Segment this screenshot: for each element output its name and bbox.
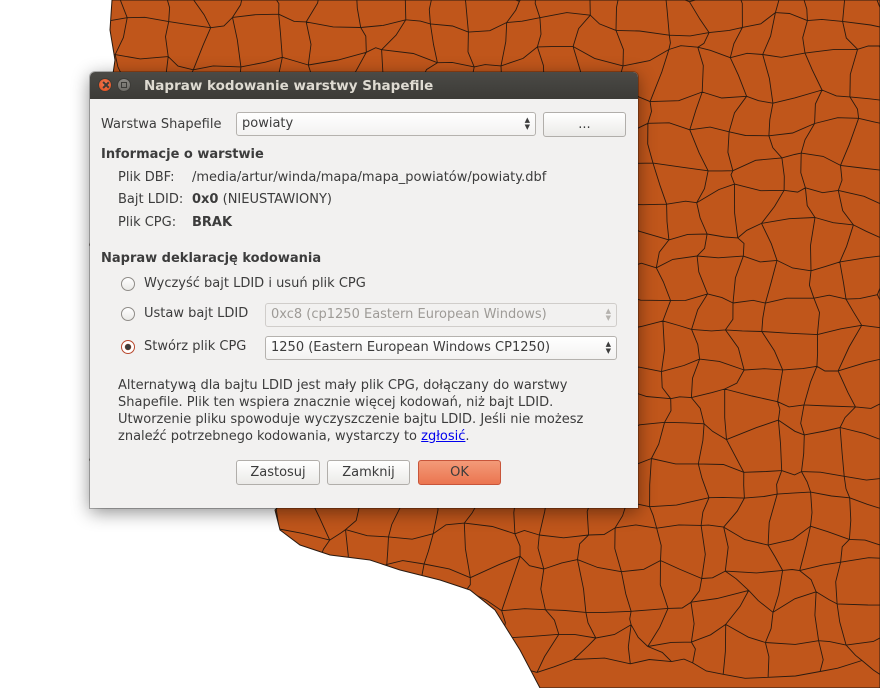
- ldid-label: Bajt LDID:: [118, 192, 184, 207]
- info-line-last: znaleźć potrzebnego kodowania, wystarczy…: [118, 428, 618, 445]
- info-line: Utworzenie pliku spowoduje wyczyszczenie…: [118, 412, 584, 427]
- layer-select-value: powiaty: [242, 116, 294, 131]
- spinner-arrows-icon: ▲ ▼: [605, 307, 611, 322]
- cpg-select-value: 1250 (Eastern European Windows CP1250): [271, 340, 551, 355]
- dialog-title: Napraw kodowanie warstwy Shapefile: [144, 78, 434, 94]
- close-button[interactable]: Zamknij: [327, 460, 410, 485]
- close-icon[interactable]: [98, 78, 112, 92]
- radio-set-ldid-label[interactable]: Ustaw bajt LDID: [144, 306, 248, 321]
- apply-button[interactable]: Zastosuj: [236, 460, 320, 485]
- fix-encoding-heading: Napraw deklarację kodowania: [101, 251, 322, 266]
- ldid-value: 0x0 (NIEUSTAWIONY): [192, 192, 332, 207]
- info-end: .: [465, 429, 470, 444]
- layer-select[interactable]: powiaty ▲ ▼: [236, 112, 536, 136]
- ldid-select: 0xc8 (cp1250 Eastern European Windows) ▲…: [265, 303, 617, 327]
- info-line: Alternatywą dla bajtu LDID jest mały pli…: [118, 378, 568, 393]
- cpg-value: BRAK: [192, 215, 233, 230]
- ldid-value-status: (NIEUSTAWIONY): [222, 192, 333, 207]
- spinner-arrows-icon: ▲ ▼: [524, 116, 530, 131]
- cpg-label: Plik CPG:: [118, 215, 177, 230]
- dbf-path: /media/artur/winda/mapa/mapa_powiatów/po…: [192, 170, 547, 185]
- ldid-value-hex: 0x0: [192, 192, 219, 207]
- radio-create-cpg[interactable]: [121, 340, 135, 354]
- layer-info-heading: Informacje o warstwie: [101, 147, 264, 162]
- radio-clear-ldid-label[interactable]: Wyczyść bajt LDID i usuń plik CPG: [144, 276, 366, 291]
- report-link[interactable]: zgłosić: [421, 429, 465, 444]
- info-line-text: znaleźć potrzebnego kodowania, wystarczy…: [118, 429, 418, 444]
- ldid-select-value: 0xc8 (cp1250 Eastern European Windows): [271, 307, 547, 322]
- radio-create-cpg-label[interactable]: Stwórz plik CPG: [144, 339, 246, 354]
- dbf-label: Plik DBF:: [118, 170, 175, 185]
- info-line: Shapefile. Plik ten wspiera znacznie wię…: [118, 395, 554, 410]
- cpg-select[interactable]: 1250 (Eastern European Windows CP1250) ▲…: [265, 336, 617, 360]
- info-text: Alternatywą dla bajtu LDID jest mały pli…: [118, 377, 618, 445]
- fix-encoding-dialog: Napraw kodowanie warstwy Shapefile Warst…: [90, 72, 638, 508]
- minimize-icon[interactable]: [117, 78, 131, 92]
- dialog-titlebar: Napraw kodowanie warstwy Shapefile: [90, 72, 638, 99]
- layer-label: Warstwa Shapefile: [101, 117, 222, 132]
- radio-set-ldid[interactable]: [121, 307, 135, 321]
- spinner-arrows-icon: ▲ ▼: [605, 340, 611, 355]
- browse-button[interactable]: ...: [543, 112, 626, 137]
- radio-clear-ldid[interactable]: [121, 277, 135, 291]
- ok-button[interactable]: OK: [418, 460, 501, 485]
